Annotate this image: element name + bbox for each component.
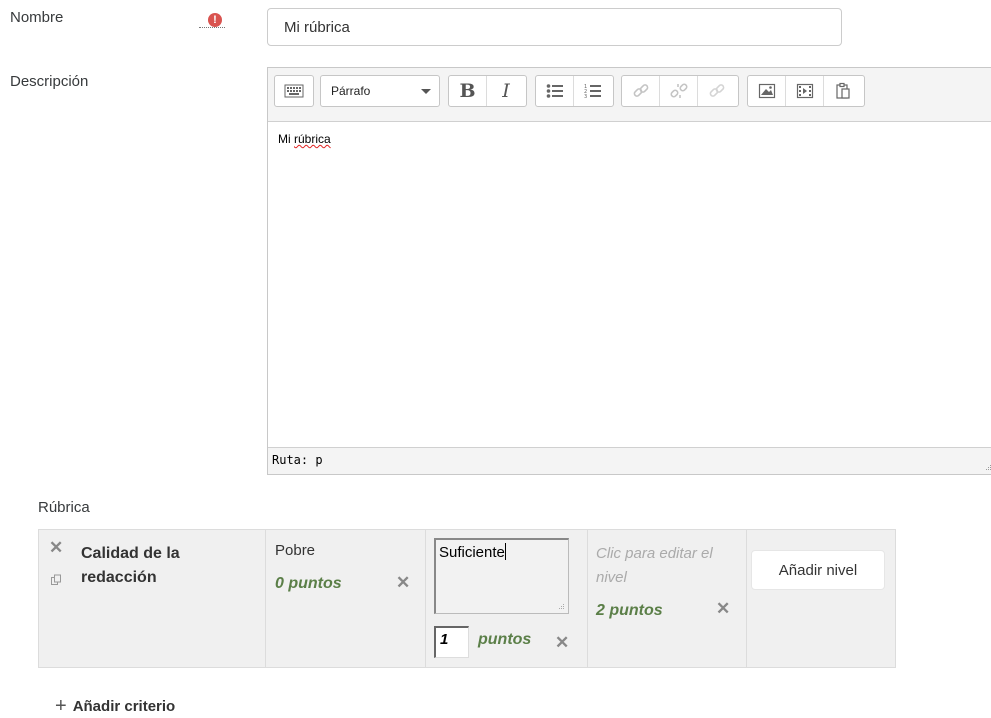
editor-text: Mi rúbrica [278, 132, 331, 146]
level-points[interactable]: 0 puntos [275, 575, 342, 593]
level-definition-placeholder[interactable]: Clic para editar el nivel [596, 542, 713, 590]
media-icon[interactable] [786, 76, 824, 106]
format-select-value: Párrafo [331, 84, 371, 98]
unlink-icon[interactable] [660, 76, 698, 106]
delete-level-icon[interactable]: ✕ [396, 574, 410, 591]
add-criterion-button[interactable]: + Añadir criterio [55, 696, 175, 716]
resize-grip-icon[interactable] [558, 603, 565, 610]
ordered-list-icon[interactable]: 123 [574, 76, 612, 106]
link-icon[interactable] [622, 76, 660, 106]
level-points-unit: puntos [478, 631, 532, 648]
column-divider [265, 530, 266, 667]
anchor-icon[interactable] [698, 76, 736, 106]
criterion-title-line2: redacción [81, 569, 157, 586]
column-divider [746, 530, 747, 667]
criterion-title-line1: Calidad de la [81, 545, 180, 562]
add-criterion-label: Añadir criterio [72, 697, 176, 715]
description-label: Descripción [10, 73, 89, 90]
rubric-label: Rúbrica [38, 499, 90, 516]
level-definition[interactable]: Pobre [275, 542, 315, 559]
exclamation-icon: ! [208, 13, 222, 27]
svg-text:3: 3 [584, 94, 587, 99]
toolbar-toggle-group [274, 75, 314, 107]
name-label: Nombre [10, 9, 64, 26]
delete-level-icon[interactable]: ✕ [555, 634, 569, 651]
text-style-group: B I [448, 75, 527, 107]
plus-icon: + [55, 695, 67, 717]
add-level-button[interactable]: Añadir nivel [751, 550, 885, 590]
list-group: 123 [535, 75, 614, 107]
rubric-table: ✕ Calidad de la redacción Pobre 0 puntos… [38, 529, 896, 668]
chevron-down-icon [421, 89, 431, 94]
editor-content[interactable]: Mi rúbrica [268, 122, 991, 448]
level-definition-textarea[interactable]: Suficiente [434, 538, 569, 614]
resize-grip-icon[interactable] [984, 463, 991, 471]
editor-statusbar: Ruta: p [268, 447, 991, 474]
delete-level-icon[interactable]: ✕ [716, 600, 730, 617]
level-points[interactable]: 2 puntos [596, 602, 663, 620]
column-divider [587, 530, 588, 667]
level-definition-text: Suficiente [439, 544, 505, 561]
image-icon[interactable] [748, 76, 786, 106]
rich-text-editor: Párrafo B I 123 Mi rúbrica Ruta: p [267, 67, 991, 475]
column-divider [425, 530, 426, 667]
required-underline [199, 27, 225, 28]
link-group [621, 75, 739, 107]
italic-icon[interactable]: I [487, 76, 525, 106]
bold-icon[interactable]: B [449, 76, 487, 106]
placeholder-line1: Clic para editar el [596, 545, 713, 562]
unordered-list-icon[interactable] [536, 76, 574, 106]
duplicate-criterion-icon[interactable] [50, 574, 62, 586]
media-group [747, 75, 865, 107]
toolbar-toggle-icon[interactable] [275, 76, 313, 106]
criterion-title[interactable]: Calidad de la redacción [81, 542, 180, 590]
editor-toolbar: Párrafo B I 123 [268, 68, 991, 122]
paste-icon[interactable] [824, 76, 862, 106]
delete-criterion-icon[interactable]: ✕ [49, 539, 63, 556]
name-input[interactable] [267, 8, 842, 46]
text-cursor [504, 543, 506, 560]
editor-path: Ruta: p [272, 453, 323, 467]
level-points-input[interactable]: 1 [434, 626, 469, 658]
placeholder-line2: nivel [596, 569, 627, 586]
format-select[interactable]: Párrafo [320, 75, 440, 107]
